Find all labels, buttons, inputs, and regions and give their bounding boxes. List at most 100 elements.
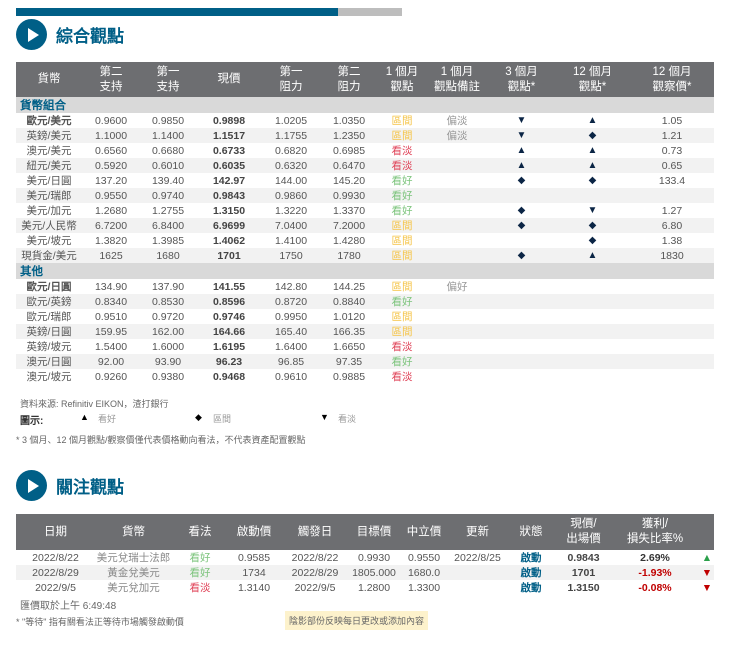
column-header: 第一 阻力 [262,62,320,97]
trigger-price: 1.3140 [237,581,271,594]
view-1m-note [426,218,488,233]
pnl-percent: -0.08% [638,581,672,594]
resistance-2: 7.2000 [320,218,378,233]
view-1m: 看淡 [391,371,413,383]
trigger-price: 1734 [228,565,280,580]
empty-cell [488,309,555,324]
current-price: 0.6035 [196,158,262,173]
update-date [450,565,505,580]
resistance-2: 0.6470 [320,158,378,173]
section-header-overview: 綜合觀點 [16,19,124,50]
current-price: 0.9746 [212,310,246,323]
support-1: 0.9720 [151,310,185,323]
empty-cell [555,339,630,354]
table-row: 澳元/日圓 92.00 93.90 96.23 96.85 97.35 看好 [16,354,714,369]
currency: 美元兌瑞士法郎 [96,552,171,564]
table-row: 美元/加元 1.2680 1.2755 1.3150 1.3220 1.3370 看好 ◆ ▼ 1… [16,203,714,218]
resistance-2: 1.3370 [332,204,366,217]
current-price: 1.3150 [567,581,600,594]
currency-pair: 美元/瑞郎 [16,188,82,203]
empty-cell [555,188,630,203]
view-1m-note [426,173,488,188]
resistance-1: 0.9950 [274,310,308,323]
overview-table: 貨幣 第二 支持 第一 支持 現價 第一 阻力 第二 阻力 1 個月 觀點 1 個月 觀點備註… [16,62,714,384]
up-icon: ▲ [587,145,598,156]
watch-table: 日期 貨幣 看法 啟動價 觸發日 目標價 中立價 更新 狀態 現價/ 出場價 獲利/ 損失比率% 2… [16,514,714,595]
currency-pair: 歐元/日圓 [26,281,72,293]
date: 2022/8/22 [32,551,79,564]
support-2: 0.9260 [94,370,128,383]
currency: 黃金兌美元 [95,565,172,580]
support-2: 6.7200 [82,218,140,233]
view-1m: 看好 [391,175,413,187]
table-row: 2022/8/29 黃金兌美元 看好 1734 2022/8/29 1805.000 168… [16,565,714,580]
support-1: 93.90 [140,354,196,369]
target-12m [630,354,714,369]
view: 看好 [172,565,228,580]
support-1: 1.1400 [140,128,196,143]
support-2: 1.1000 [82,128,140,143]
resistance-1: 1.4100 [274,234,308,247]
resistance-2: 0.9930 [320,188,378,203]
column-header: 更新 [450,514,505,550]
view-1m-note [426,294,488,309]
up-icon: ▲ [587,115,598,126]
current-price: 0.8596 [196,294,262,309]
support-1: 1.6000 [151,340,185,353]
down-icon: ▼ [587,205,598,216]
date: 2022/9/5 [35,581,76,594]
view-1m-note [426,354,488,369]
target-price: 0.9930 [357,551,391,564]
diamond-icon: ◆ [488,218,555,233]
support-2: 92.00 [82,354,140,369]
table-row: 歐元/日圓 134.90 137.90 141.55 142.80 144.25 區間 偏好 [16,279,714,294]
highlight-note: 陰影部份反映每日更改或添加內容 [285,611,429,630]
column-header: 看法 [172,514,228,550]
table-row: 2022/8/22 美元兌瑞士法郎 看好 0.9585 2022/8/22 0.9930 0… [16,550,714,565]
up-icon: ▲ [555,158,630,173]
currency-pair: 澳元/美元 [26,145,72,157]
down-triangle-icon: ▼ [701,581,713,594]
empty-cell [488,294,555,309]
table-row: 英鎊/坡元 1.5400 1.6000 1.6195 1.6400 1.6650 看淡 [16,339,714,354]
view: 看好 [189,552,211,564]
view-1m-note [426,233,488,248]
column-header: 現價 [196,62,262,97]
legend-text: 看淡 [338,414,357,424]
watch-footnote: * "等待" 指有關看法正等待市場觸發啟動價 [16,617,184,627]
progress-bar-fill [16,8,338,16]
resistance-1: 0.9860 [262,188,320,203]
diamond-icon: ◆ [488,248,555,263]
empty-cell [488,369,555,384]
update-date [450,580,505,595]
view-1m-note [426,203,488,218]
column-header: 貨幣 [16,62,82,97]
column-header: 日期 [16,514,95,550]
currency-pair: 歐元/瑞郎 [26,311,72,323]
resistance-2: 1.0120 [332,310,366,323]
support-2: 0.9600 [94,114,128,127]
target-12m [630,309,714,324]
view-1m: 區間 [378,248,426,263]
resistance-2: 0.6985 [332,144,366,157]
resistance-1: 1750 [262,248,320,263]
support-1: 137.90 [151,280,185,293]
play-circle-icon[interactable] [16,19,47,50]
column-header: 觸發日 [280,514,350,550]
up-triangle-icon: ▲ [701,551,713,564]
column-header: 貨幣 [95,514,172,550]
resistance-1: 1.3220 [274,204,308,217]
empty-cell [555,309,630,324]
table-row: 英鎊/美元 1.1000 1.1400 1.1517 1.1755 1.2350 區間 偏淡 ▼… [16,128,714,143]
current-price: 1701 [557,565,610,580]
support-2: 1.2680 [94,204,128,217]
view-1m: 看好 [391,205,413,217]
target-12m [630,369,714,384]
support-2: 134.90 [94,280,128,293]
resistance-1: 7.0400 [262,218,320,233]
column-header: 狀態 [505,514,557,550]
current-price: 142.97 [212,174,246,187]
column-header: 1 個月 觀點備註 [426,62,488,97]
play-circle-icon[interactable] [16,470,47,501]
empty-cell [488,324,555,339]
